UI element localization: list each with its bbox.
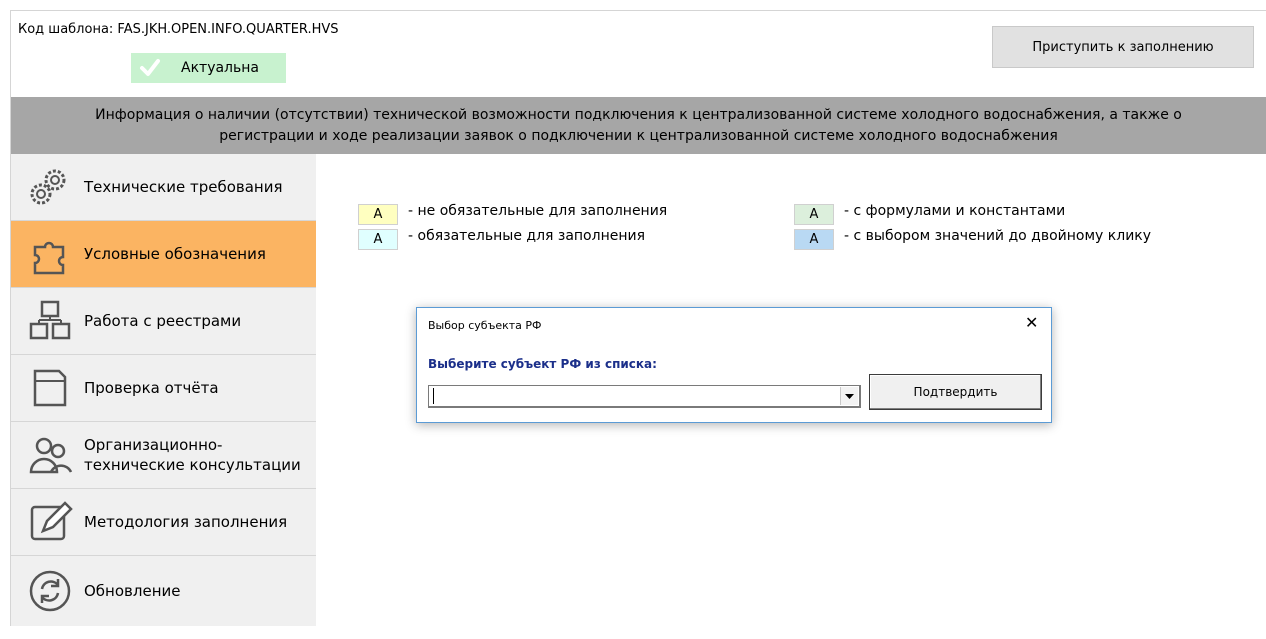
sidebar-item-update[interactable]: Обновление (11, 556, 316, 626)
sidebar-item-label-line-2: технические консультации (84, 456, 301, 474)
legend-text-required: - обязательные для заполнения (408, 228, 646, 244)
close-icon[interactable]: ✕ (1025, 313, 1038, 332)
legend-swatch-dblclick: A (794, 229, 834, 250)
sidebar-item-registries[interactable]: Работа с реестрами (11, 288, 316, 355)
chevron-down-icon[interactable] (840, 387, 858, 405)
select-region-dialog: Выбор субъекта РФ ✕ Выберите субъект РФ … (416, 307, 1052, 423)
sidebar-item-consultations[interactable]: Организационно- технические консультации (11, 422, 316, 489)
document-icon (33, 369, 67, 407)
dialog-title: Выбор субъекта РФ (428, 319, 542, 332)
sidebar-item-legend[interactable]: Условные обозначения (11, 221, 316, 288)
refresh-icon (29, 570, 71, 612)
banner-line-1: Информация о наличии (отсутствии) технич… (95, 106, 1182, 123)
sidebar-item-methodology[interactable]: Методология заполнения (11, 489, 316, 556)
template-code: Код шаблона: FAS.JKH.OPEN.INFO.QUARTER.H… (18, 22, 339, 37)
sidebar-item-technical-requirements[interactable]: Технические требования (11, 154, 316, 221)
sidebar-item-report-check[interactable]: Проверка отчёта (11, 355, 316, 422)
edit-icon (30, 501, 73, 541)
check-icon (140, 59, 160, 76)
gears-icon (30, 169, 66, 205)
sidebar-item-label: Организационно- технические консультации (84, 435, 301, 475)
sidebar-item-label: Работа с реестрами (84, 312, 242, 330)
sidebar-item-label: Обновление (84, 582, 181, 600)
sidebar-item-label: Проверка отчёта (84, 379, 219, 397)
sidebar-item-label-line-1: Организационно- (84, 436, 223, 454)
banner-line-2: регистрации и ходе реализации заявок о п… (219, 127, 1058, 144)
legend-text-optional: - не обязательные для заполнения (408, 203, 668, 219)
start-filling-button[interactable]: Приступить к заполнению (992, 26, 1254, 68)
people-icon (29, 437, 73, 474)
confirm-button[interactable]: Подтвердить (869, 374, 1042, 410)
legend-text-dblclick: - с выбором значений до двойному клику (844, 228, 1152, 244)
registry-icon (29, 300, 71, 340)
sidebar: Технические требования Условные обозначе… (11, 154, 316, 626)
legend-swatch-required: A (358, 229, 398, 250)
legend-swatch-formula: A (794, 204, 834, 225)
dropdown-arrow (845, 393, 854, 399)
form-description-banner: Информация о наличии (отсутствии) технич… (11, 97, 1266, 154)
status-label: Актуальна (181, 60, 259, 76)
legend-swatch-optional: A (358, 204, 398, 225)
region-combobox[interactable] (428, 385, 861, 408)
text-caret (433, 388, 434, 404)
sidebar-item-label: Технические требования (84, 178, 283, 196)
dialog-prompt: Выберите субъект РФ из списка: (428, 357, 657, 371)
puzzle-icon (33, 241, 65, 275)
status-badge: Актуальна (131, 53, 286, 83)
sidebar-item-label: Условные обозначения (84, 245, 266, 263)
sidebar-item-label: Методология заполнения (84, 513, 288, 531)
legend-text-formula: - с формулами и константами (844, 203, 1066, 219)
